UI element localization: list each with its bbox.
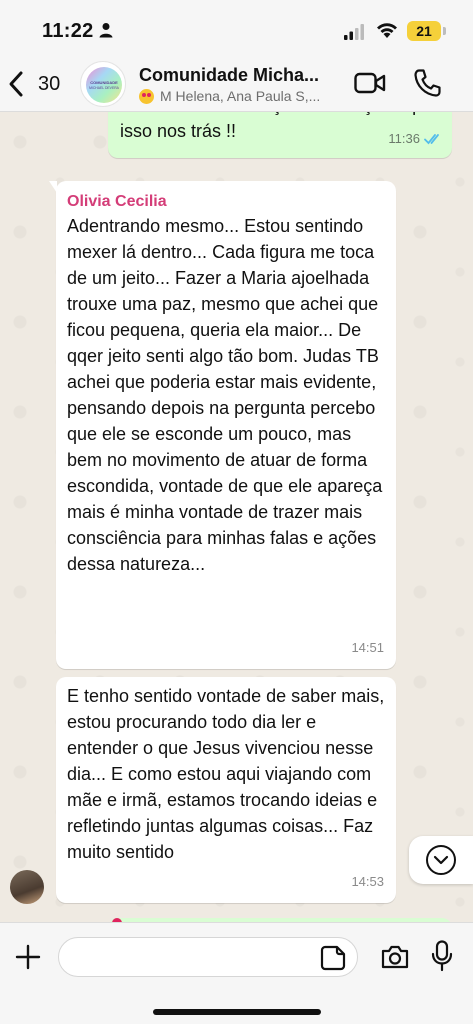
message-time: 14:51 — [351, 640, 384, 655]
incoming-message[interactable]: Olivia Cecilia Adentrando mesmo... Estou… — [49, 181, 396, 669]
sender-avatar[interactable] — [10, 870, 44, 904]
message-text: Adentrando mesmo... Estou sentindo mexer… — [67, 216, 383, 574]
group-logo-icon: COMUNIDADE MICHAEL DEVERA — [86, 67, 122, 103]
heart-eyes-emoji-icon — [139, 88, 154, 104]
message-text: E tenho sentido vontade de saber mais, e… — [67, 686, 385, 862]
back-button[interactable]: 30 — [6, 66, 68, 102]
group-members-text: M Helena, Ana Paula S,... — [160, 88, 321, 104]
cellular-signal-icon — [344, 24, 364, 40]
unread-count: 30 — [38, 72, 61, 95]
person-icon — [99, 23, 113, 38]
chevron-down-icon — [426, 845, 456, 875]
scroll-to-bottom-button[interactable] — [409, 836, 473, 884]
battery-tip — [443, 27, 446, 35]
group-title[interactable]: Comunidade Micha... — [139, 65, 339, 86]
camera-icon[interactable] — [380, 943, 410, 971]
home-indicator[interactable] — [153, 1009, 321, 1015]
avatar-text-1: COMUNIDADE — [90, 80, 118, 85]
message-time: 11:36 — [388, 131, 420, 146]
message-time: 14:53 — [351, 874, 384, 889]
chat-area[interactable]: sentimentos e emoções sensações que isso… — [0, 112, 473, 922]
phone-icon[interactable] — [413, 68, 441, 98]
status-time: 11:22 — [42, 20, 94, 42]
microphone-icon[interactable] — [431, 940, 453, 972]
plus-icon[interactable] — [14, 943, 42, 971]
chevron-left-icon — [9, 71, 23, 97]
message-input[interactable] — [58, 937, 358, 977]
input-bar — [0, 922, 473, 1024]
avatar-text-2: MICHAEL DEVERA — [89, 86, 120, 90]
sender-name[interactable]: Olivia Cecilia — [67, 189, 167, 215]
read-receipt-icon — [424, 134, 439, 145]
group-members[interactable]: M Helena, Ana Paula S,... — [139, 88, 339, 104]
sticker-icon[interactable] — [320, 945, 346, 971]
outgoing-message[interactable]: sentimentos e emoções sensações que isso… — [108, 112, 452, 158]
group-avatar[interactable]: COMUNIDADE MICHAEL DEVERA — [80, 61, 126, 107]
video-camera-icon[interactable] — [354, 70, 386, 96]
status-bar: 11:22 21 — [0, 0, 473, 56]
message-meta: 11:36 — [388, 126, 442, 152]
battery-level: 21 — [407, 21, 441, 41]
chat-header: 30 COMUNIDADE MICHAEL DEVERA Comunidade … — [0, 56, 473, 112]
wifi-icon — [377, 23, 397, 38]
incoming-message[interactable]: E tenho sentido vontade de saber mais, e… — [56, 677, 396, 903]
